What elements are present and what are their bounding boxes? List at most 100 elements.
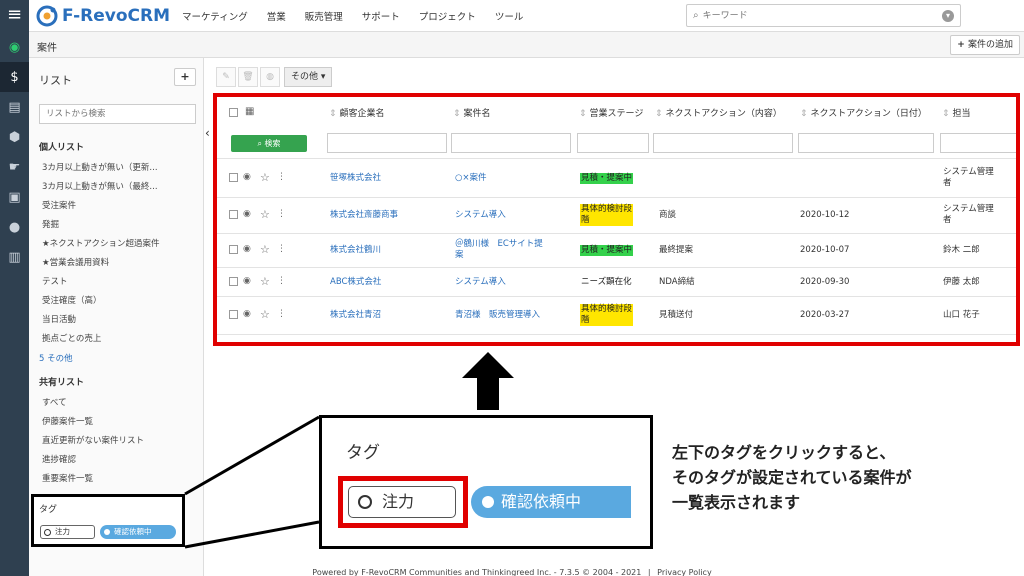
column-settings-icon[interactable]: ▦ <box>245 106 254 117</box>
stage-label: ニーズ顕在化 <box>581 276 632 287</box>
add-case-button[interactable]: + 案件の追加 <box>950 35 1020 55</box>
more-options-icon[interactable]: ⋮ <box>277 244 286 254</box>
more-options-icon[interactable]: ⋮ <box>277 276 286 286</box>
column-header[interactable]: ⇕ 顧客企業名 <box>329 106 385 119</box>
building-icon[interactable]: ▥ <box>0 242 29 272</box>
delete-icon[interactable]: 🗑 <box>238 67 258 87</box>
nav-item[interactable]: 営業 <box>267 9 286 23</box>
add-list-button[interactable]: + <box>174 68 196 86</box>
sidebar-list-item[interactable]: すべて <box>42 396 67 408</box>
more-options-icon[interactable]: ⋮ <box>277 172 286 182</box>
star-icon[interactable]: ☆ <box>260 208 270 221</box>
select-all-checkbox[interactable] <box>229 108 238 117</box>
eye-icon[interactable]: ◉ <box>243 244 251 254</box>
case-name: システム導入 <box>455 210 506 220</box>
collapse-sidebar-icon[interactable]: ‹ <box>205 126 210 140</box>
column-header[interactable]: ⇕ ネクストアクション（日付） <box>800 106 927 119</box>
user-icon[interactable]: ● <box>0 212 29 242</box>
star-icon[interactable]: ☆ <box>260 308 270 321</box>
column-header[interactable]: ⇕ ネクストアクション（内容） <box>655 106 782 119</box>
tag-focus[interactable]: 注力 <box>40 525 95 539</box>
search-button[interactable]: ⌕ 検索 <box>231 135 307 152</box>
case-link[interactable]: システム導入 <box>455 210 506 221</box>
nav-item[interactable]: ツール <box>495 9 524 23</box>
column-header[interactable]: ⇕ 担当 <box>942 106 971 119</box>
company-link[interactable]: 株式会社斎藤商事 <box>330 210 398 221</box>
row-checkbox[interactable] <box>229 310 238 319</box>
sidebar-list-item[interactable]: 受注確度（高） <box>42 294 102 306</box>
sidebar-list-item[interactable]: ★営業会議用資料 <box>42 256 109 268</box>
stage-label: 見積・提案中 <box>581 245 633 255</box>
row-checkbox[interactable] <box>229 245 238 254</box>
star-icon[interactable]: ☆ <box>260 171 270 184</box>
row-checkbox[interactable] <box>229 210 238 219</box>
global-search[interactable]: ⌕ ▾ <box>686 4 961 27</box>
company-link[interactable]: ABC株式会社 <box>330 277 381 288</box>
sidebar-list-item[interactable]: 受注案件 <box>42 199 76 211</box>
sidebar-list-item[interactable]: 3カ月以上動きが無い（更新... <box>42 161 158 173</box>
edit-icon[interactable]: ✎ <box>216 67 236 87</box>
company-link[interactable]: 株式会社鶴川 <box>330 245 381 256</box>
company-link[interactable]: 笹塚株式会社 <box>330 173 381 184</box>
row-checkbox[interactable] <box>229 173 238 182</box>
sidebar-list-item[interactable]: 3カ月以上動きが無い（最終... <box>42 180 158 192</box>
global-search-input[interactable] <box>702 10 942 21</box>
next-action: 最終提案 <box>659 245 694 255</box>
star-icon[interactable]: ☆ <box>260 275 270 288</box>
money-bag-icon[interactable]: $ <box>0 62 29 92</box>
case-name: ＠鶴川様 ECサイト提 <box>455 239 543 249</box>
eye-icon[interactable]: ◉ <box>243 209 251 219</box>
sidebar-list-item[interactable]: ★ネクストアクション超過案件 <box>42 237 159 249</box>
column-filter-input[interactable] <box>653 133 793 153</box>
case-link[interactable]: 青沼様 販売管理導入 <box>455 310 540 321</box>
more-lists-link[interactable]: 5 その他 <box>39 352 73 364</box>
sidebar-list-item[interactable]: 重要案件一覧 <box>42 472 93 484</box>
sidebar-list-item[interactable]: 直近更新がない案件リスト <box>42 434 144 446</box>
company-link[interactable]: 株式会社青沼 <box>330 310 381 321</box>
eye-icon[interactable]: ◉ <box>243 276 251 286</box>
row-checkbox[interactable] <box>229 276 238 286</box>
nav-item[interactable]: サポート <box>362 9 400 23</box>
list-search-input[interactable] <box>39 104 196 124</box>
eye-icon[interactable]: ◉ <box>243 172 251 182</box>
truncated-cell: 0 <box>1019 210 1020 221</box>
dashboard-icon[interactable]: ◉ <box>0 32 29 62</box>
hamburger-menu-icon[interactable]: ≡ <box>0 0 29 32</box>
column-header[interactable]: ⇕ 案件名 <box>453 106 491 119</box>
zoom-tag-focus[interactable]: 注力 <box>348 486 456 518</box>
sidebar-list-item[interactable]: 発掘 <box>42 218 59 230</box>
search-options-icon[interactable]: ▾ <box>942 9 954 22</box>
column-filter-input[interactable] <box>940 133 1016 153</box>
comment-icon[interactable]: ◍ <box>260 67 280 87</box>
case-link[interactable]: ○×案件 <box>455 173 487 184</box>
sidebar-list-item[interactable]: 進捗確認 <box>42 453 76 465</box>
sidebar-list-item[interactable]: 伊藤案件一覧 <box>42 415 93 427</box>
tag-confirm-request[interactable]: 確認依頼中 <box>100 525 176 539</box>
eye-icon[interactable]: ◉ <box>243 309 251 319</box>
sidebar-list-item[interactable]: 拠点ごとの売上 <box>42 332 101 344</box>
sidebar-list-item[interactable]: 当日活動 <box>42 313 76 325</box>
cube-icon[interactable]: ⬢ <box>0 122 29 152</box>
contacts-icon[interactable]: ▤ <box>0 92 29 122</box>
sidebar-list-item[interactable]: テスト <box>42 275 68 287</box>
calendar-icon[interactable]: ▣ <box>0 182 29 212</box>
case-link[interactable]: システム導入 <box>455 277 506 288</box>
star-icon[interactable]: ☆ <box>260 243 270 256</box>
more-options-icon[interactable]: ⋮ <box>277 309 286 319</box>
column-header[interactable]: ⇕ 営業ステージ <box>579 106 643 119</box>
handshake-icon[interactable]: ☛ <box>0 152 29 182</box>
more-actions-button[interactable]: その他 ▾ <box>284 67 333 87</box>
privacy-policy-link[interactable]: Privacy Policy <box>657 568 712 576</box>
column-filter-input[interactable] <box>451 133 571 153</box>
nav-item[interactable]: プロジェクト <box>419 9 476 23</box>
more-options-icon[interactable]: ⋮ <box>277 209 286 219</box>
zoom-tag-confirm-request[interactable]: 確認依頼中 <box>471 486 631 518</box>
nav-item[interactable]: マーケティング <box>182 9 248 23</box>
case-link[interactable]: ＠鶴川様 ECサイト提案 <box>455 239 543 261</box>
logo-mark-icon <box>36 5 58 27</box>
brand-logo[interactable]: F-RevoCRM <box>36 4 170 28</box>
column-filter-input[interactable] <box>327 133 447 153</box>
column-filter-input[interactable] <box>577 133 649 153</box>
column-filter-input[interactable] <box>798 133 934 153</box>
nav-item[interactable]: 販売管理 <box>305 9 343 23</box>
